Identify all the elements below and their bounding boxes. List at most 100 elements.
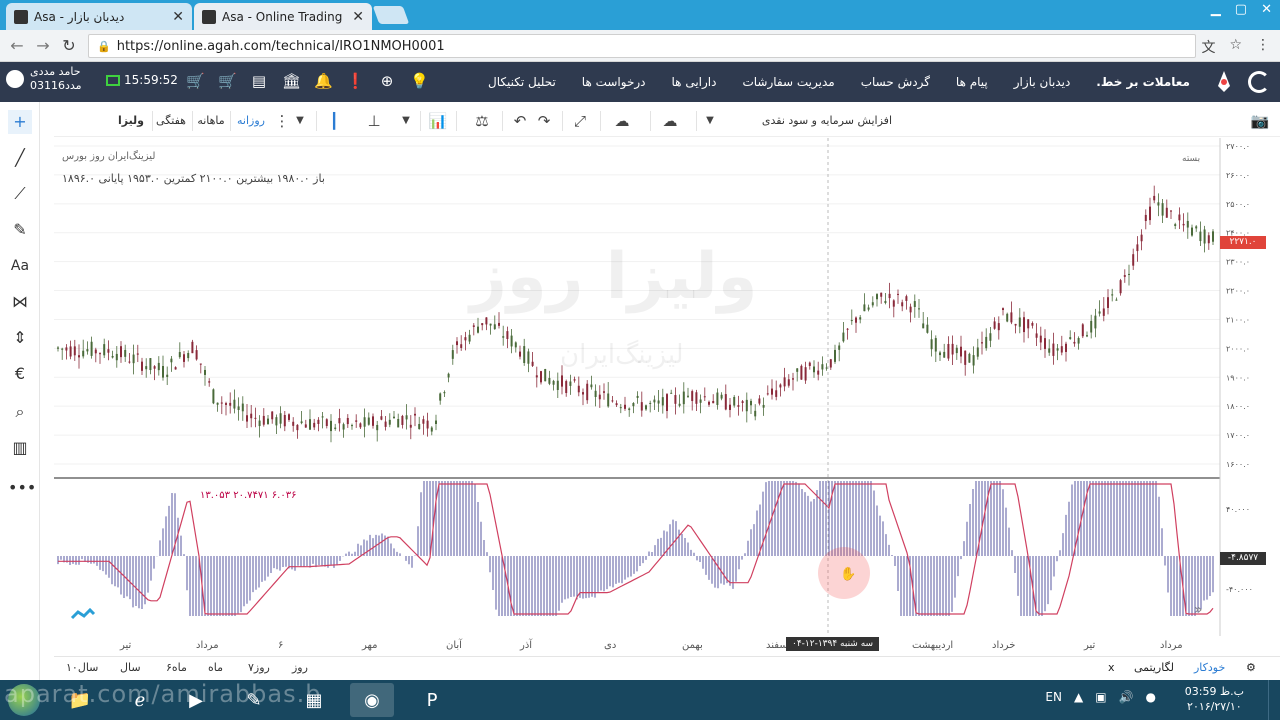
user-block[interactable]: حامد مددی مدد03116: [6, 65, 82, 93]
tray-arrow-icon[interactable]: ▲: [1074, 690, 1083, 704]
candle-body: [393, 416, 395, 418]
nav-order-management[interactable]: مدیریت سفارشات: [742, 75, 834, 89]
cart-fill-icon[interactable]: 🛒: [218, 72, 237, 90]
bulb-icon[interactable]: 💡: [410, 72, 429, 90]
interval-monthly[interactable]: ماهانه: [196, 109, 226, 133]
notes-icon[interactable]: ▤: [250, 72, 268, 90]
zoom-icon[interactable]: ⌕: [8, 400, 32, 424]
scale-x-toggle[interactable]: x: [1108, 661, 1115, 674]
candle-body: [619, 407, 622, 409]
auto-scale-toggle[interactable]: خودکار: [1194, 661, 1225, 674]
price-chart[interactable]: ۲۷۰۰.۰۲۶۰۰.۰۲۵۰۰.۰۲۴۰۰.۰۲۳۰۰.۰۲۲۰۰.۰۲۱۰۰…: [54, 138, 1280, 636]
powerpoint-icon[interactable]: P: [410, 683, 454, 717]
euro-icon[interactable]: €: [8, 362, 32, 386]
nav-technical-analysis[interactable]: تحلیل تکنیکال: [488, 75, 556, 89]
candle-body: [1170, 210, 1172, 212]
maximize-icon[interactable]: ▢: [1235, 2, 1247, 17]
nav-online-trading[interactable]: معاملات بر خط.: [1096, 75, 1190, 89]
candle-body: [976, 347, 979, 357]
candle-body: [531, 361, 534, 366]
measure-tool-icon[interactable]: ⇕: [8, 326, 32, 350]
taskbar-clock[interactable]: 03:59 ب.ظ ۲۰۱۶/۲۷/۱۰: [1185, 684, 1244, 714]
refresh-icon[interactable]: [1248, 71, 1270, 93]
candle-body: [162, 366, 164, 378]
candle-body: [569, 381, 572, 386]
show-desktop-button[interactable]: [1268, 680, 1280, 720]
text-tool-icon[interactable]: Aa: [8, 254, 32, 278]
candles-icon[interactable]: ┃: [322, 109, 346, 133]
bars-icon[interactable]: ⊥: [362, 109, 386, 133]
minimize-icon[interactable]: ▁: [1211, 2, 1221, 17]
indicators-icon[interactable]: ▥: [8, 436, 32, 460]
candle-body: [1010, 312, 1013, 323]
url-bar[interactable]: 🔒 https://online.agah.com/technical/IRO1…: [88, 34, 1196, 58]
interval-daily[interactable]: روزانه: [234, 109, 268, 133]
log-scale-toggle[interactable]: لگاریتمی: [1134, 661, 1174, 674]
redo-icon[interactable]: ↷: [532, 109, 556, 133]
dropdown-chevron-icon[interactable]: ▼: [288, 109, 312, 133]
close-window-icon[interactable]: ✕: [1261, 2, 1272, 17]
menu-icon[interactable]: ⋮: [1256, 37, 1270, 57]
cloud-load-icon[interactable]: ☁: [610, 109, 634, 133]
tab-favicon-icon: [202, 9, 216, 24]
nav-messages[interactable]: پیام ها: [956, 75, 988, 89]
divider: [650, 111, 651, 131]
close-icon[interactable]: ✕: [172, 9, 184, 25]
range-1y[interactable]: سال: [120, 661, 141, 674]
browser-tab-online-trading[interactable]: Asa - Online Trading ✕: [194, 3, 372, 30]
nav-requests[interactable]: درخواست ها: [582, 75, 646, 89]
nav-market-watch[interactable]: دیدبان بازار: [1014, 75, 1071, 89]
reload-icon[interactable]: ↻: [56, 36, 82, 55]
undo-icon[interactable]: ↶: [508, 109, 532, 133]
settings-gear-icon[interactable]: ⚙: [1246, 661, 1256, 674]
nav-account-turnover[interactable]: گردش حساب: [861, 75, 930, 89]
close-icon[interactable]: ✕: [352, 9, 364, 25]
cart-icon[interactable]: 🛒: [186, 72, 205, 90]
alert-icon[interactable]: ❗: [346, 72, 365, 90]
nav-assets[interactable]: دارایی ها: [672, 75, 717, 89]
fib-tool-icon[interactable]: ⟋: [8, 182, 32, 206]
symbol-label[interactable]: ولیزا: [114, 109, 148, 133]
record-icon[interactable]: ●: [1146, 690, 1156, 704]
chrome-icon[interactable]: ◉: [350, 683, 394, 717]
crosshair-tool-icon[interactable]: +: [8, 110, 32, 134]
candle-body: [561, 375, 563, 387]
chevron-down-icon[interactable]: ▼: [394, 109, 418, 133]
volume-icon[interactable]: 🔊: [1119, 690, 1134, 704]
translate-icon[interactable]: 文: [1201, 37, 1215, 57]
new-tab-button[interactable]: [372, 6, 410, 24]
interval-weekly[interactable]: هفتگی: [154, 109, 188, 133]
candle-body: [842, 332, 845, 342]
candle-body: [1157, 202, 1160, 206]
camera-icon[interactable]: 📷: [1248, 109, 1272, 133]
range-10y[interactable]: سال۱۰: [66, 661, 98, 674]
candle-body: [220, 402, 223, 404]
pattern-tool-icon[interactable]: ⋈: [8, 290, 32, 314]
network-icon[interactable]: ▣: [1095, 690, 1106, 704]
browser-tab-market-watch[interactable]: Asa - دیدبان بازار ✕: [6, 3, 192, 30]
price-tick-label: ۲۷۰۰.۰: [1226, 142, 1250, 151]
more-icon[interactable]: •••: [8, 476, 36, 500]
trendline-tool-icon[interactable]: ╱: [8, 146, 32, 170]
candle-body: [351, 425, 353, 427]
range-1d[interactable]: روز: [292, 661, 308, 674]
bell-icon[interactable]: 🔔: [314, 72, 333, 90]
fullscreen-icon[interactable]: ⤢: [568, 109, 592, 133]
candle-body: [178, 352, 181, 358]
cloud-save-icon[interactable]: ☁: [658, 109, 682, 133]
corporate-actions-dropdown[interactable]: افزایش سرمایه و سود نقدی: [754, 109, 892, 133]
support-icon[interactable]: ⊕: [378, 72, 396, 90]
range-6m[interactable]: ماه۶: [166, 661, 187, 674]
brush-tool-icon[interactable]: ✎: [8, 218, 32, 242]
range-7d[interactable]: روز۷: [248, 661, 270, 674]
range-1m[interactable]: ماه: [208, 661, 223, 674]
bookmark-star-icon[interactable]: ☆: [1229, 37, 1242, 57]
candle-body: [279, 413, 282, 424]
forward-icon[interactable]: →: [30, 36, 56, 55]
language-indicator[interactable]: EN: [1045, 690, 1062, 704]
compare-icon[interactable]: ⚖: [470, 109, 494, 133]
back-icon[interactable]: ←: [4, 36, 30, 55]
bank-icon[interactable]: 🏛: [282, 72, 301, 90]
chevron-down-icon[interactable]: ▼: [698, 109, 722, 133]
indicators-chart-icon[interactable]: 📊: [426, 109, 450, 133]
